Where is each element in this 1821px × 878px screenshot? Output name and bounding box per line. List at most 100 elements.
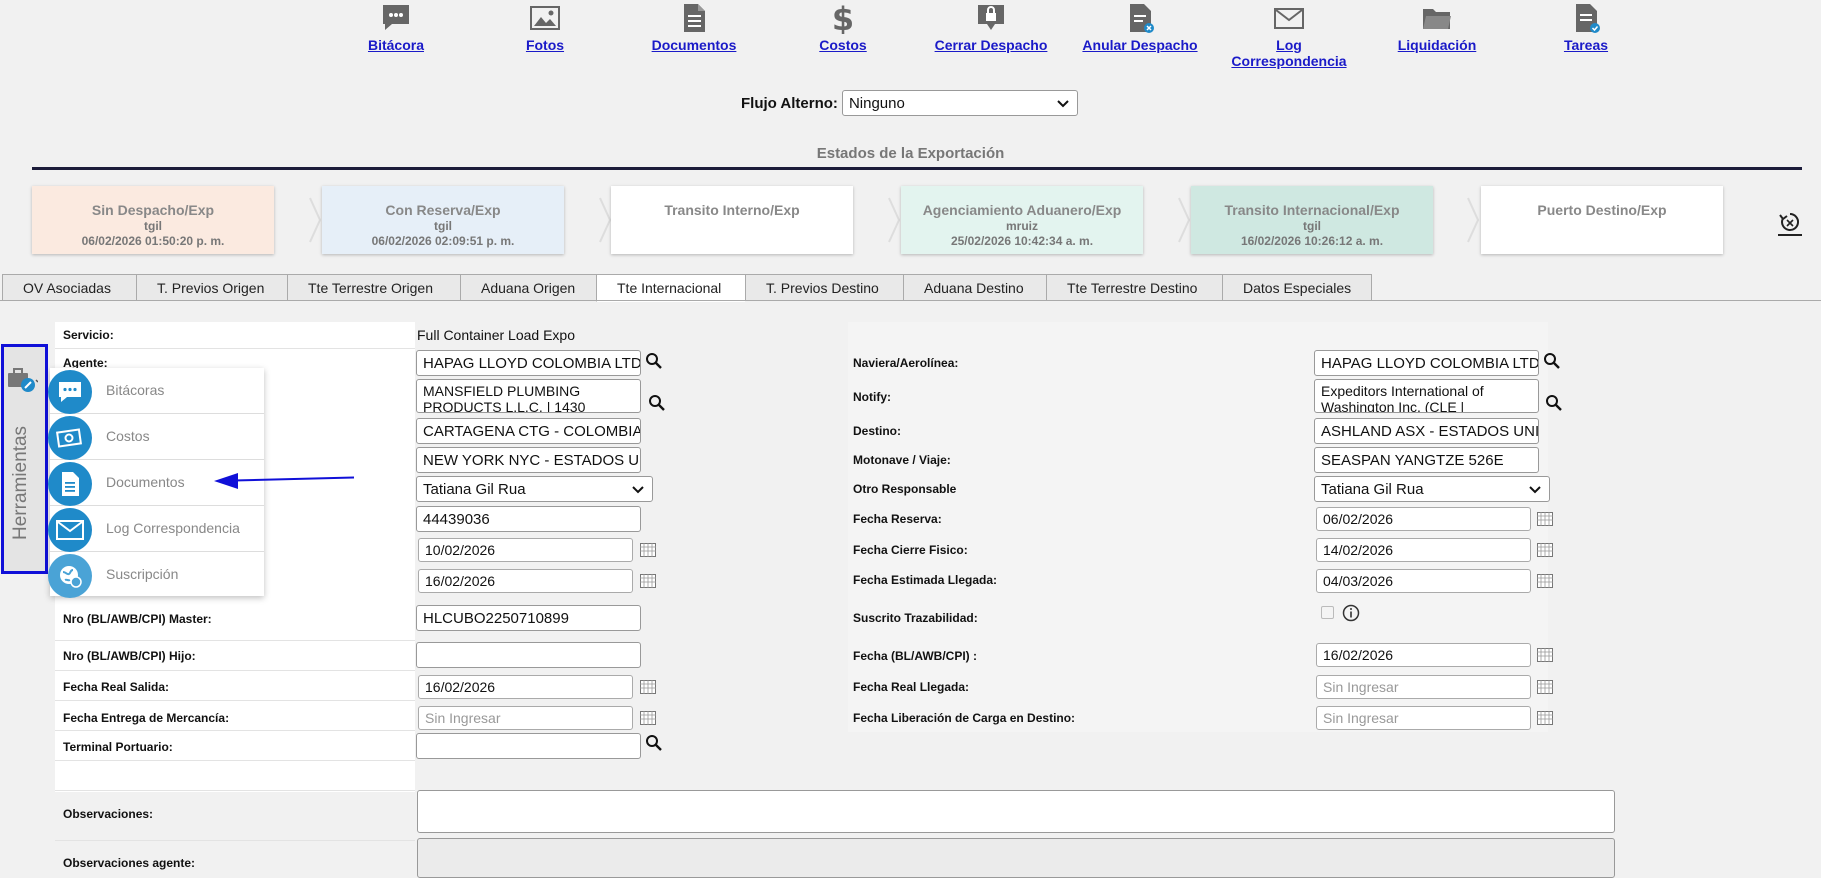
salida-field[interactable]: 16/02/2026 (418, 675, 633, 699)
naviera-label: Naviera/Aerolínea: (853, 356, 959, 370)
fecha-reserva-field[interactable]: 06/02/2026 (1316, 507, 1531, 531)
toolbar-label[interactable]: Bitácora (321, 37, 471, 53)
document-icon (684, 4, 705, 32)
otro-responsable-select[interactable]: Tatiana Gil Rua (1314, 476, 1550, 502)
toolbar-costos[interactable]: $ Costos (768, 0, 918, 53)
fecha-reserva-label: Fecha Reserva: (853, 512, 942, 526)
menu-item-label: Costos (106, 428, 150, 444)
menu-item-suscripcion[interactable]: Suscripción (48, 552, 264, 598)
history-reset-icon[interactable] (1778, 210, 1802, 236)
search-icon[interactable] (1543, 352, 1561, 370)
image-icon (530, 6, 560, 30)
toolbar-label[interactable]: Costos (768, 37, 918, 53)
state-card[interactable]: Transito Internacional/Exp tgil 16/02/20… (1191, 186, 1433, 254)
info-icon[interactable] (1342, 604, 1360, 622)
observaciones-textarea[interactable] (417, 790, 1615, 833)
tab-tte-internacional[interactable]: Tte Internacional (596, 274, 745, 302)
toolbar-label[interactable]: Tareas (1511, 37, 1661, 53)
chevron-down-icon (1057, 100, 1069, 108)
motonave-field[interactable]: SEASPAN YANGTZE 526E (1314, 447, 1539, 473)
shipper-field[interactable]: MANSFIELD PLUMBING PRODUCTS L.L.C. | 143… (416, 379, 641, 413)
menu-item-log-correspondencia[interactable]: Log Correspondencia (48, 506, 264, 552)
row-divider (55, 700, 415, 701)
calendar-icon[interactable] (1537, 574, 1553, 588)
flujo-select[interactable]: Ninguno (841, 90, 1078, 116)
fecha-a-field[interactable]: 10/02/2026 (418, 538, 633, 562)
menu-item-bitacoras[interactable]: Bitácoras (48, 368, 264, 414)
calendar-icon[interactable] (640, 680, 656, 694)
calendar-icon[interactable] (1537, 512, 1553, 526)
toolbar-label[interactable]: Documentos (619, 37, 769, 53)
state-card[interactable]: Sin Despacho/Exp tgil 06/02/2026 01:50:2… (32, 186, 274, 254)
puerto-field[interactable]: NEW YORK NYC - ESTADOS UN (416, 447, 641, 473)
chevron-down-icon (632, 486, 644, 494)
state-card[interactable]: Con Reserva/Exp tgil 06/02/2026 02:09:51… (322, 186, 564, 254)
llegada-field[interactable]: Sin Ingresar (1316, 675, 1531, 699)
menu-item-costos[interactable]: Costos (48, 414, 264, 460)
search-icon[interactable] (1545, 394, 1563, 412)
responsable-select[interactable]: Tatiana Gil Rua (416, 476, 653, 502)
toolbar-liquidacion[interactable]: Liquidación (1362, 0, 1512, 53)
state-card[interactable]: Transito Interno/Exp (611, 186, 853, 254)
calendar-icon[interactable] (640, 711, 656, 725)
calendar-icon[interactable] (640, 574, 656, 588)
search-icon[interactable] (648, 394, 666, 412)
toolbar-tareas[interactable]: Tareas (1511, 0, 1661, 53)
tab-ov-asociadas[interactable]: OV Asociadas (2, 274, 136, 301)
tab-aduana-destino[interactable]: Aduana Destino (903, 274, 1046, 301)
globe-icon (48, 554, 92, 598)
reserva-field[interactable]: 44439036 (416, 506, 641, 532)
row-divider (55, 640, 415, 641)
toolbar-log-correspondencia[interactable]: Log Correspondencia (1214, 0, 1364, 69)
entrega-label: Fecha Entrega de Mercancía: (63, 711, 230, 725)
cierre-label: Fecha Cierre Fisico: (853, 543, 968, 557)
destino-field[interactable]: ASHLAND ASX - ESTADOS UNIDOS (1314, 418, 1539, 444)
toolbar-documentos[interactable]: Documentos (619, 0, 769, 53)
fecha-bl-field[interactable]: 16/02/2026 (1316, 643, 1531, 667)
herramientas-title[interactable]: Herramientas (10, 426, 32, 540)
menu-item-label: Log Correspondencia (106, 520, 240, 536)
tab-t-previos-destino[interactable]: T. Previos Destino (745, 274, 903, 301)
toolbar-anular-despacho[interactable]: Anular Despacho (1065, 0, 1215, 53)
liberacion-field[interactable]: Sin Ingresar (1316, 706, 1531, 730)
row-divider (55, 348, 415, 349)
calendar-icon[interactable] (1537, 680, 1553, 694)
calendar-icon[interactable] (1537, 711, 1553, 725)
agente-field[interactable]: HAPAG LLOYD COLOMBIA LTD (416, 350, 641, 376)
estimada-field[interactable]: 04/03/2026 (1316, 569, 1531, 593)
naviera-field[interactable]: HAPAG LLOYD COLOMBIA LTD (1314, 350, 1539, 376)
tab-tte-terrestre-destino[interactable]: Tte Terrestre Destino (1046, 274, 1222, 301)
suscrito-checkbox[interactable] (1321, 606, 1334, 619)
calendar-icon[interactable] (1537, 543, 1553, 557)
terminal-field[interactable] (416, 733, 641, 759)
flujo-value: Ninguno (848, 94, 905, 112)
fecha-b-field[interactable]: 16/02/2026 (418, 569, 633, 593)
toolbar-label[interactable]: Fotos (470, 37, 620, 53)
chevron-right-icon (888, 197, 901, 243)
toolbar-fotos[interactable]: Fotos (470, 0, 620, 53)
bl-master-field[interactable]: HLCUBO2250710899 (416, 605, 641, 631)
toolbar-label[interactable]: Anular Despacho (1065, 37, 1215, 53)
calendar-icon[interactable] (640, 543, 656, 557)
origen-field[interactable]: CARTAGENA CTG - COLOMBIA (416, 418, 641, 444)
entrega-field[interactable]: Sin Ingresar (418, 706, 633, 730)
toolbar-label[interactable]: Log Correspondencia (1229, 37, 1349, 69)
tab-tte-terrestre-origen[interactable]: Tte Terrestre Origen (287, 274, 460, 301)
cierre-field[interactable]: 14/02/2026 (1316, 538, 1531, 562)
tab-datos-especiales[interactable]: Datos Especiales (1222, 274, 1372, 301)
toolbar-label[interactable]: Cerrar Despacho (916, 37, 1066, 53)
salida-label: Fecha Real Salida: (63, 680, 170, 694)
calendar-icon[interactable] (1537, 648, 1553, 662)
notify-field[interactable]: Expeditors International of Washington I… (1314, 379, 1539, 413)
toolbar-bitacora[interactable]: Bitácora (321, 0, 471, 53)
tab-t-previos-origen[interactable]: T. Previos Origen (136, 274, 287, 301)
tools-icon[interactable] (6, 365, 38, 395)
search-icon[interactable] (645, 352, 663, 370)
toolbar-label[interactable]: Liquidación (1362, 37, 1512, 53)
bl-hijo-field[interactable] (416, 642, 641, 668)
state-card[interactable]: Puerto Destino/Exp (1481, 186, 1723, 254)
state-card[interactable]: Agenciamiento Aduanero/Exp mruiz 25/02/2… (901, 186, 1143, 254)
toolbar-cerrar-despacho[interactable]: Cerrar Despacho (916, 0, 1066, 53)
search-icon[interactable] (645, 734, 663, 752)
tab-aduana-origen[interactable]: Aduana Origen (460, 274, 596, 301)
